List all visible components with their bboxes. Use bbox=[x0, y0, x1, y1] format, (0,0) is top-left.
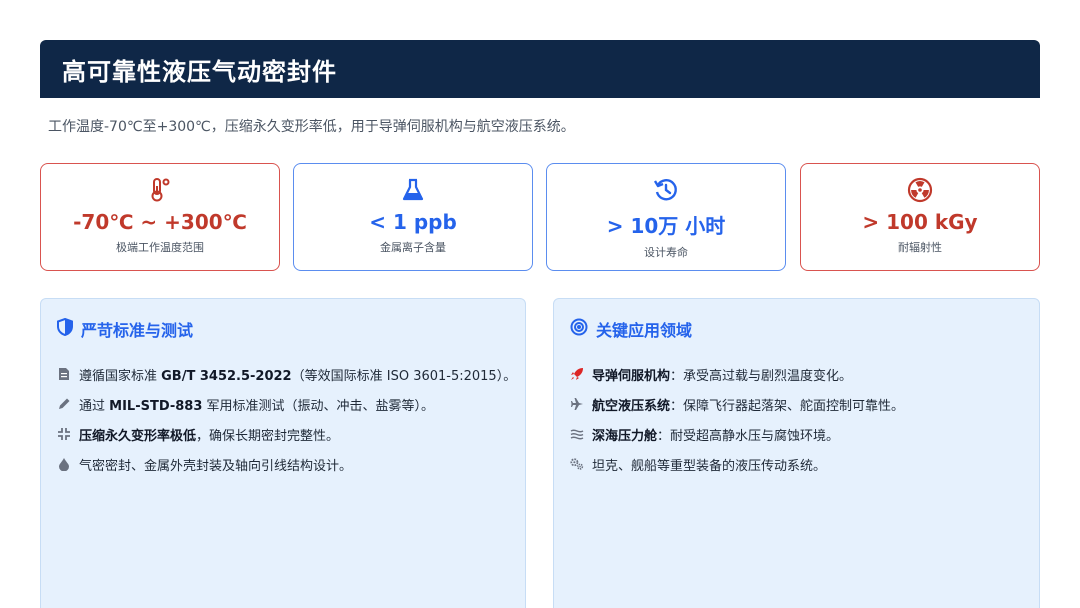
standards-panel: 严苛标准与测试 遵循国家标准 GB/T 3452.5-2022（等效国际标准 I… bbox=[40, 298, 526, 608]
header-bar: 高可靠性液压气动密封件 bbox=[40, 40, 1040, 98]
document-icon bbox=[57, 367, 71, 381]
history-icon bbox=[652, 176, 680, 204]
compress-icon bbox=[57, 427, 71, 441]
page-subtitle: 工作温度-70℃至+300℃，压缩永久变形率低，用于导弹伺服机构与航空液压系统。 bbox=[48, 119, 575, 135]
list-item: 航空液压系统：保障飞行器起落架、舵面控制可靠性。 bbox=[570, 389, 1023, 419]
rocket-icon bbox=[570, 367, 584, 381]
water-icon bbox=[570, 427, 584, 441]
applications-panel: 关键应用领域 导弹伺服机构：承受高过载与剧烈温度变化。 航空液压系统：保障飞行器… bbox=[553, 298, 1040, 608]
list-item: 气密密封、金属外壳封装及轴向引线结构设计。 bbox=[57, 449, 509, 479]
stat-label: 设计寿命 bbox=[644, 246, 688, 259]
stat-value: -70℃ ~ +300℃ bbox=[73, 210, 247, 234]
stat-card-metal-ions: < 1 ppb 金属离子含量 bbox=[293, 163, 533, 271]
stat-label: 金属离子含量 bbox=[380, 241, 446, 254]
list-item: 遵循国家标准 GB/T 3452.5-2022（等效国际标准 ISO 3601-… bbox=[57, 359, 516, 389]
stat-label: 极端工作温度范围 bbox=[116, 241, 204, 254]
list-item: 坦克、舰船等重型装备的液压传动系统。 bbox=[570, 449, 1023, 479]
pencil-icon bbox=[57, 397, 71, 411]
flask-icon bbox=[399, 176, 427, 204]
thermometer-icon bbox=[146, 176, 174, 204]
radiation-icon bbox=[906, 176, 934, 204]
stat-card-lifetime: > 10万 小时 设计寿命 bbox=[546, 163, 786, 271]
gears-icon bbox=[570, 457, 584, 471]
list-item: 通过 MIL-STD-883 军用标准测试（振动、冲击、盐雾等）。 bbox=[57, 389, 509, 419]
list-item: 压缩永久变形率极低，确保长期密封完整性。 bbox=[57, 419, 509, 449]
stat-value: > 10万 小时 bbox=[606, 214, 726, 238]
page-title: 高可靠性液压气动密封件 bbox=[62, 57, 337, 86]
standards-header: 严苛标准与测试 bbox=[57, 317, 509, 341]
stat-card-radiation: > 100 kGy 耐辐射性 bbox=[800, 163, 1040, 271]
stat-value: > 100 kGy bbox=[862, 210, 978, 234]
applications-header: 关键应用领域 bbox=[570, 317, 1023, 341]
shield-icon bbox=[57, 317, 73, 340]
stat-card-temperature: -70℃ ~ +300℃ 极端工作温度范围 bbox=[40, 163, 280, 271]
list-item: 深海压力舱：耐受超高静水压与腐蚀环境。 bbox=[570, 419, 1023, 449]
applications-title: 关键应用领域 bbox=[596, 321, 693, 340]
stat-label: 耐辐射性 bbox=[898, 241, 942, 254]
stat-value: < 1 ppb bbox=[369, 210, 457, 234]
target-icon bbox=[570, 318, 588, 340]
droplet-icon bbox=[57, 457, 71, 471]
standards-title: 严苛标准与测试 bbox=[81, 321, 194, 340]
plane-icon bbox=[570, 397, 584, 411]
list-item: 导弹伺服机构：承受高过载与剧烈温度变化。 bbox=[570, 359, 1023, 389]
